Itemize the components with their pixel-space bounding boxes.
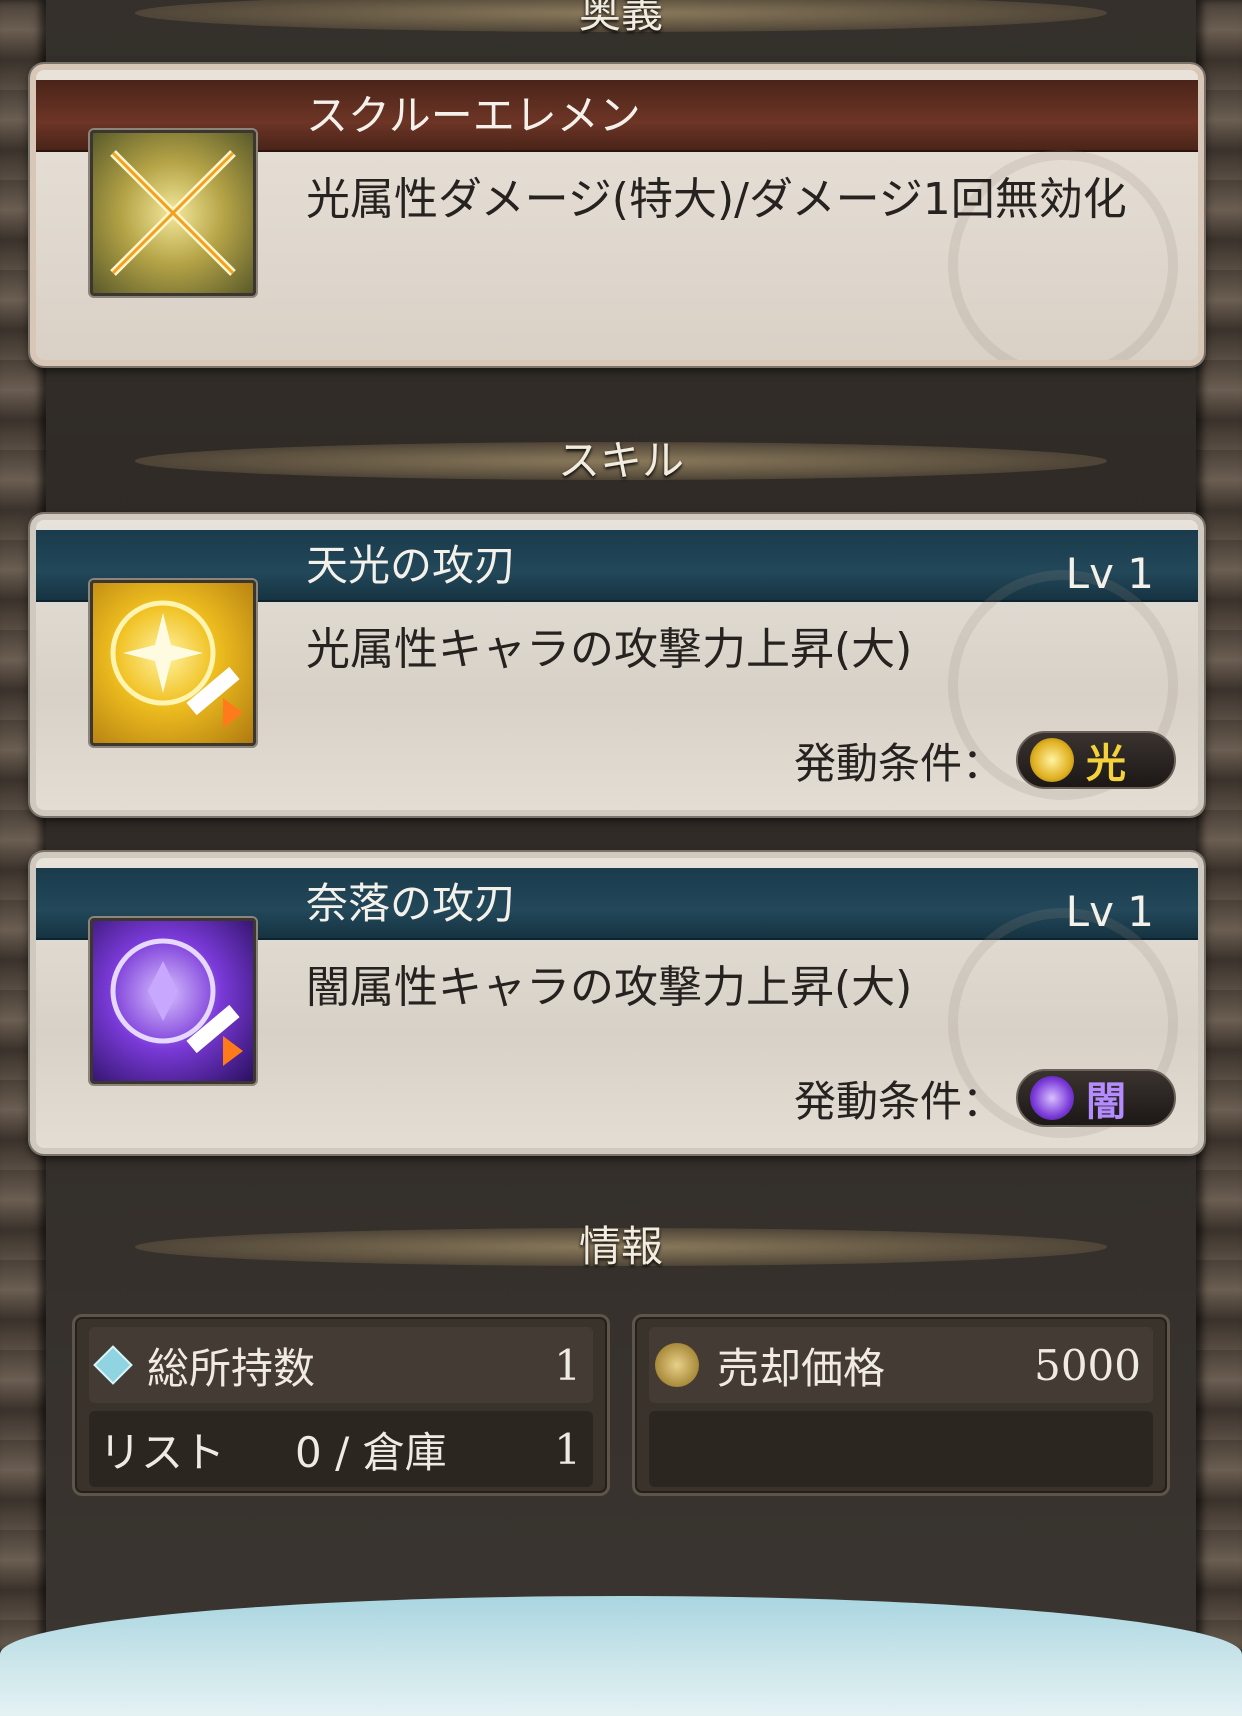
skill-condition: 発動条件： 光 xyxy=(794,730,1176,790)
owned-label: 総所持数 xyxy=(147,1343,316,1393)
section-header-info: 情報 xyxy=(135,1220,1107,1274)
sell-row-empty xyxy=(649,1411,1153,1487)
light-attack-up-icon xyxy=(90,580,256,746)
skill-description: 闇属性キャラの攻撃力上昇(大) xyxy=(306,962,913,1013)
owned-value: 1 xyxy=(554,1340,581,1390)
element-badge-light: 光 xyxy=(1016,731,1176,789)
ownership-box: 総所持数 1 リスト 0 / 倉庫 1 xyxy=(72,1314,610,1496)
skill-name: 天光の攻刃 xyxy=(306,541,517,590)
section-title: 奥義 xyxy=(578,0,663,37)
skill-level: Lv 1 xyxy=(1065,887,1154,936)
dark-element-icon xyxy=(1030,1076,1074,1120)
bottom-decoration xyxy=(0,1596,1242,1716)
section-title: スキル xyxy=(557,436,684,485)
owned-row: 総所持数 1 xyxy=(89,1327,593,1403)
condition-label: 発動条件： xyxy=(793,1076,1004,1126)
section-title: 情報 xyxy=(578,1222,663,1271)
ougi-card[interactable]: スクルーエレメン 光属性ダメージ(特大)/ダメージ1回無効化 xyxy=(30,64,1204,366)
dark-attack-up-icon xyxy=(90,918,256,1084)
condition-label: 発動条件： xyxy=(793,738,1004,788)
sell-price-box: 売却価格 5000 xyxy=(632,1314,1170,1496)
coin-icon xyxy=(655,1343,699,1387)
sell-row: 売却価格 5000 xyxy=(649,1327,1153,1403)
section-header-ougi: 奥義 xyxy=(135,0,1107,40)
sell-value: 5000 xyxy=(1034,1340,1141,1390)
element-label: 闇 xyxy=(1086,1079,1126,1125)
element-label: 光 xyxy=(1086,741,1126,787)
list-label: リスト xyxy=(99,1427,226,1477)
crossed-swords-icon xyxy=(90,130,256,296)
skill-level: Lv 1 xyxy=(1065,549,1154,598)
list-row: リスト 0 / 倉庫 1 xyxy=(89,1411,593,1487)
element-badge-dark: 闇 xyxy=(1016,1069,1176,1127)
skill-card-1[interactable]: 天光の攻刃 Lv 1 光属性キャラの攻撃力上昇(大) 発動条件： 光 xyxy=(30,514,1204,816)
list-value: 0 / 倉庫 xyxy=(295,1427,447,1477)
skill-name: 奈落の攻刃 xyxy=(306,879,517,928)
skill-condition: 発動条件： 闇 xyxy=(794,1068,1176,1128)
diamond-icon xyxy=(93,1345,133,1385)
section-header-skill: スキル xyxy=(135,434,1107,488)
storage-value: 1 xyxy=(554,1424,581,1474)
skill-card-2[interactable]: 奈落の攻刃 Lv 1 闇属性キャラの攻撃力上昇(大) 発動条件： 闇 xyxy=(30,852,1204,1154)
sell-label: 売却価格 xyxy=(717,1343,886,1393)
light-element-icon xyxy=(1030,738,1074,782)
ougi-description: 光属性ダメージ(特大)/ダメージ1回無効化 xyxy=(306,174,1127,225)
ougi-name: スクルーエレメン xyxy=(306,91,641,140)
skill-description: 光属性キャラの攻撃力上昇(大) xyxy=(306,624,913,675)
